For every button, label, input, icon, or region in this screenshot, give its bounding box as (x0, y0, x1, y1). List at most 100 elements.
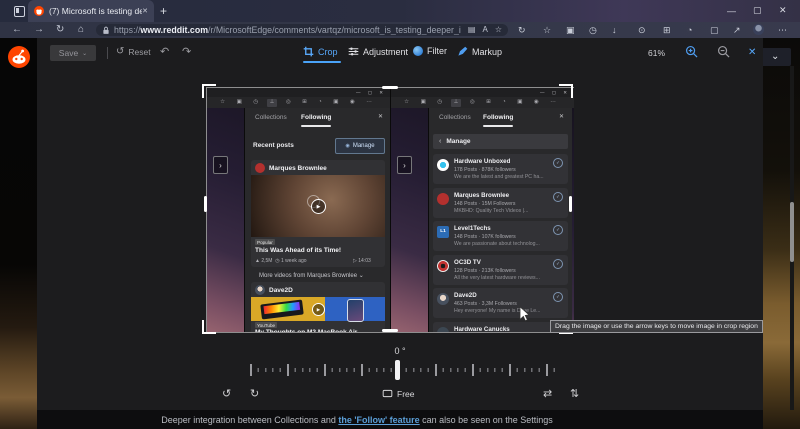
new-tab-button[interactable]: + (160, 5, 167, 17)
tab-close-icon[interactable]: ✕ (142, 7, 148, 15)
following-panel-left: Collections Following ✕ Recent posts ◉ M… (244, 108, 390, 332)
apps-icon[interactable]: ⊞ (663, 26, 671, 35)
immersive-reader-icon[interactable]: ▤ (468, 26, 476, 34)
collections-icon[interactable]: ▣ (566, 26, 575, 35)
home-icon[interactable]: ⌂ (78, 25, 84, 35)
crop-handle-right[interactable] (569, 196, 572, 212)
phone-side (325, 297, 385, 321)
crop-icon (303, 46, 314, 57)
reddit-logo (8, 46, 30, 68)
zoom-in-icon[interactable] (685, 45, 698, 58)
channel-avatar (437, 193, 449, 205)
favorites-icon[interactable]: ☆ (543, 26, 551, 35)
post-card-marques: Marques Brownlee ▶ Popular This Was Ahea… (251, 160, 385, 267)
mini-page-background: › Collections Following ✕ Recent posts ◉… (207, 108, 390, 332)
creator-avatar (255, 285, 265, 295)
crop-handle-left[interactable] (204, 196, 207, 212)
flip-horizontal-icon[interactable]: ⇄ (543, 389, 552, 400)
tab-actions-icon[interactable] (14, 6, 25, 17)
profile-avatar[interactable] (753, 24, 764, 35)
back-icon[interactable]: ← (12, 25, 22, 35)
tab-title: (7) Microsoft is testing deeper in (49, 6, 142, 16)
video-tag: Popular (255, 239, 275, 245)
mini-titlebar: — ▢ ✕ (207, 88, 390, 97)
save-label: Save (59, 48, 78, 58)
channel-avatar: L1 (437, 226, 449, 238)
reset-button[interactable]: ↺ Reset (116, 47, 151, 57)
follow-item-marques-brownlee: Marques Brownlee 148 Posts · 15M Followe… (433, 188, 568, 218)
flip-vertical-icon[interactable]: ⇅ (570, 389, 579, 400)
rotation-handle[interactable] (395, 360, 400, 380)
video-thumbnail: ▶ (251, 297, 385, 321)
page-dropdown[interactable]: ⌄ (761, 48, 791, 66)
following-panel-right: Collections Following ✕ ‹ Manage Hardwar… (428, 108, 572, 332)
tab-adjustment[interactable]: Adjustment (348, 46, 408, 57)
post-card-dave2d: Dave2D ▶ YouTube My Thoughts on M2 MacBo… (251, 282, 385, 332)
crop-handle-bottom[interactable] (382, 329, 398, 332)
save-button[interactable]: Save ⌄ (50, 45, 96, 61)
sync-icon[interactable]: ↻ (518, 26, 526, 35)
following-check-icon: ✓ (553, 158, 563, 168)
extension-icon[interactable]: ◔ (687, 26, 692, 35)
page-right-strip: ⌄ (763, 38, 800, 429)
share-icon[interactable]: ↗ (733, 26, 741, 35)
manage-back-bar: ‹ Manage (433, 134, 568, 149)
forward-icon[interactable]: → (34, 25, 44, 35)
screen: (7) Microsoft is testing deeper in ✕ + —… (0, 0, 800, 429)
browser-essentials-icon[interactable]: ⊙ (638, 26, 646, 35)
video-tag: YouTube (255, 322, 277, 328)
more-videos-link: More videos from Marques Brownlee ⌄ (259, 272, 364, 279)
filter-icon (413, 46, 423, 56)
crop-handle-bottom-left[interactable] (202, 320, 216, 334)
downloads-icon[interactable]: ↓ (612, 26, 617, 35)
zoom-out-icon[interactable] (717, 45, 730, 58)
editor-close-icon[interactable]: ✕ (748, 47, 756, 58)
page-left-strip (0, 38, 37, 429)
url-field[interactable]: https://www.reddit.com/r/MicrosoftEdge/c… (96, 24, 508, 36)
history-icon[interactable]: ◷ (589, 26, 597, 35)
follow-item-dave2d: Dave2D 463 Posts · 3,3M Followers Hey ev… (433, 288, 568, 318)
aspect-ratio-button[interactable]: Free (382, 388, 414, 399)
rotation-ruler[interactable] (240, 362, 560, 378)
mini-toolbar-icons: ☆ ▣ ◷ ⊥ ◎ ⊞ ◔ ▣ ◉ ⋯ (207, 99, 390, 105)
rotate-right-icon[interactable]: ↻ (250, 389, 259, 400)
follow-item-hardware-canucks: Hardware Canucks (433, 322, 568, 332)
window-close-button[interactable]: ✕ (779, 6, 787, 15)
follow-item-hardware-unboxed: Hardware Unboxed 178 Posts · 878K follow… (433, 154, 568, 184)
depicted-window-left: — ▢ ✕ ☆ ▣ ◷ ⊥ ◎ ⊞ ◔ ▣ ◉ ⋯ › Collections … (207, 88, 390, 332)
crop-handle-top-left[interactable] (202, 84, 216, 98)
follow-item-oc3d-tv: OC3D TV 128 Posts · 213K followers All t… (433, 255, 568, 285)
channel-stats: 148 Posts · 15M Followers (454, 201, 515, 207)
channel-stats: 128 Posts · 213K followers (454, 268, 516, 274)
aspect-ratio-label: Free (397, 389, 414, 399)
manage-button: ◉ Manage (335, 138, 385, 154)
channel-name: Hardware Unboxed (454, 158, 510, 165)
split-screen-icon[interactable]: ▢ (710, 26, 719, 35)
redo-icon[interactable]: ↷ (182, 47, 191, 58)
follow-feature-link[interactable]: the 'Follow' feature (338, 415, 419, 425)
tab-filter[interactable]: Filter (413, 46, 447, 56)
crop-handle-top[interactable] (382, 86, 398, 89)
read-aloud-icon[interactable]: A (482, 26, 487, 34)
crop-handle-top-right[interactable] (559, 84, 573, 98)
scrollbar-thumb[interactable] (790, 202, 794, 262)
refresh-icon[interactable]: ↻ (56, 25, 64, 35)
crop-image[interactable]: — ▢ ✕ ☆ ▣ ◷ ⊥ ◎ ⊞ ◔ ▣ ◉ ⋯ › Collections … (207, 88, 573, 332)
reset-label: Reset (128, 47, 150, 57)
markup-pen-icon (457, 46, 468, 57)
minimize-button[interactable]: — (727, 7, 736, 16)
browser-tab[interactable]: (7) Microsoft is testing deeper in ✕ (28, 0, 154, 22)
maximize-button[interactable]: ▢ (753, 6, 762, 15)
add-favorite-icon[interactable]: ☆ (495, 26, 502, 34)
tab-markup[interactable]: Markup (457, 46, 502, 57)
undo-icon[interactable]: ↶ (160, 47, 169, 58)
video-duration: ▷ 14:03 (353, 258, 371, 264)
channel-name: Level1Techs (454, 225, 491, 232)
channel-avatar (437, 260, 449, 272)
tab-crop[interactable]: Crop (303, 46, 338, 57)
following-underline (483, 125, 513, 127)
rotate-left-icon[interactable]: ↺ (222, 389, 231, 400)
creator-name: Marques Brownlee (269, 165, 327, 172)
channel-avatar (437, 293, 449, 305)
settings-more-icon[interactable]: ⋯ (778, 26, 787, 35)
